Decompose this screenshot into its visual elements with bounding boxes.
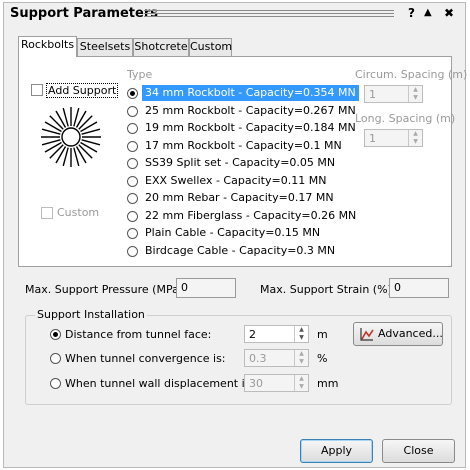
tab-shotcrete[interactable]: Shotcrete [133,38,189,56]
rockbolt-type-option[interactable]: 17 mm Rockbolt - Capacity=0.1 MN [120,138,347,154]
convergence-radio[interactable] [50,353,61,364]
rockbolt-type-option[interactable]: 25 mm Rockbolt - Capacity=0.267 MN [120,103,356,119]
rockbolts-tab-page: Add Support Custom Type 34 mm Rockbolt -… [18,56,467,267]
max-pressure-value: 0 [181,281,188,294]
distance-stepper[interactable]: 2 ▲ ▼ [244,325,309,343]
tab-rockbolts[interactable]: Rockbolts [18,36,77,57]
distance-value: 2 [249,328,256,341]
type-header: Type [127,68,153,81]
support-parameters-panel: Support Parameters ? ▲ ✖ Rockbolts Steel… [3,2,467,468]
long-spacing-stepper[interactable]: 1 ▲ ▼ [364,129,423,147]
custom-label: Custom [57,206,100,219]
displacement-unit: mm [317,377,339,390]
stepper-arrows[interactable]: ▲ ▼ [408,130,422,146]
circum-spacing-value: 1 [369,88,376,101]
convergence-value: 0.3 [249,352,267,365]
convergence-unit: % [317,352,328,365]
chevron-up-icon[interactable]: ▲ [295,326,308,334]
rockbolt-type-label: 25 mm Rockbolt - Capacity=0.267 MN [145,104,356,117]
chevron-down-icon[interactable]: ▼ [295,358,308,366]
rockbolt-type-option[interactable]: Plain Cable - Capacity=0.15 MN [120,225,347,241]
chart-graph-icon [360,328,374,341]
collapse-button[interactable]: ▲ [424,7,432,18]
rockbolt-type-label: Plain Cable - Capacity=0.15 MN [145,226,321,239]
rockbolt-type-option[interactable]: SS39 Split set - Capacity=0.05 MN [120,155,347,171]
radio-button[interactable] [127,228,138,239]
rockbolt-type-label: SS39 Split set - Capacity=0.05 MN [145,156,336,169]
radio-button[interactable] [127,211,138,222]
chevron-up-icon[interactable]: ▲ [295,375,308,383]
rockbolt-type-label: 20 mm Rebar - Capacity=0.17 MN [145,191,334,204]
help-button[interactable]: ? [408,6,415,20]
radio-button[interactable] [127,106,138,117]
rockbolt-type-label: 19 mm Rockbolt - Capacity=0.184 MN [145,121,356,134]
long-spacing-label: Long. Spacing (m) [355,112,456,125]
distance-unit: m [317,328,328,341]
chevron-down-icon[interactable]: ▼ [295,383,308,391]
tab-custom[interactable]: Custom [189,38,232,56]
convergence-stepper[interactable]: 0.3 ▲ ▼ [244,349,309,367]
max-strain-label: Max. Support Strain (%): [260,283,396,296]
distance-radio[interactable] [50,329,61,340]
displacement-radio[interactable] [50,378,61,389]
custom-checkbox[interactable] [41,207,53,219]
title-bar[interactable]: Support Parameters ? ▲ ✖ [4,3,465,25]
add-support-label[interactable]: Add Support [46,83,119,98]
support-installation-title: Support Installation [35,308,147,321]
chevron-up-icon[interactable]: ▲ [409,86,422,94]
convergence-label: When tunnel convergence is: [65,352,226,365]
radio-button[interactable] [127,176,138,187]
rockbolt-type-option[interactable]: Birdcage Cable - Capacity=0.3 MN [120,243,347,259]
rockbolt-pattern-icon [41,107,101,167]
chevron-down-icon[interactable]: ▼ [409,94,422,102]
stepper-arrows[interactable]: ▲ ▼ [294,326,308,342]
advanced-label: Advanced... [378,327,443,340]
rockbolt-type-label: 34 mm Rockbolt - Capacity=0.354 MN [142,85,359,101]
apply-button[interactable]: Apply [300,439,373,463]
stepper-arrows[interactable]: ▲ ▼ [294,350,308,366]
rockbolt-type-label: EXX Swellex - Capacity=0.11 MN [145,174,327,187]
chevron-up-icon[interactable]: ▲ [295,350,308,358]
chevron-up-icon[interactable]: ▲ [409,130,422,138]
displacement-value: 30 [249,377,263,390]
rockbolt-type-label: Birdcage Cable - Capacity=0.3 MN [145,244,336,257]
max-pressure-field[interactable]: 0 [176,278,236,298]
drag-grip[interactable] [144,10,394,17]
stepper-arrows[interactable]: ▲ ▼ [294,375,308,391]
window-title: Support Parameters [10,6,158,21]
circum-spacing-label: Circum. Spacing (m) [355,68,468,81]
radio-button[interactable] [127,141,138,152]
add-support-checkbox[interactable] [31,84,43,96]
radio-button[interactable] [127,88,138,99]
circum-spacing-stepper[interactable]: 1 ▲ ▼ [364,85,423,103]
rockbolt-type-list: 34 mm Rockbolt - Capacity=0.354 MN 25 mm… [120,85,359,263]
distance-label: Distance from tunnel face: [65,328,212,341]
chevron-down-icon[interactable]: ▼ [409,138,422,146]
max-strain-value: 0 [394,281,401,294]
close-button[interactable]: Close [382,439,455,463]
radio-button[interactable] [127,246,138,257]
max-strain-field[interactable]: 0 [389,278,449,298]
rockbolt-type-option[interactable]: 22 mm Fiberglass - Capacity=0.26 MN [120,208,356,224]
close-icon[interactable]: ✖ [444,6,454,20]
advanced-button[interactable]: Advanced... [353,322,443,346]
radio-button[interactable] [127,193,138,204]
tab-steelsets[interactable]: Steelsets [77,38,133,56]
radio-button[interactable] [127,158,138,169]
rockbolt-type-option[interactable]: EXX Swellex - Capacity=0.11 MN [120,173,347,189]
rockbolt-type-label: 22 mm Fiberglass - Capacity=0.26 MN [145,209,357,222]
rockbolt-type-option[interactable]: 34 mm Rockbolt - Capacity=0.354 MN [120,85,359,101]
rockbolt-type-option[interactable]: 19 mm Rockbolt - Capacity=0.184 MN [120,120,356,136]
displacement-stepper[interactable]: 30 ▲ ▼ [244,374,309,392]
rockbolt-type-option[interactable]: 20 mm Rebar - Capacity=0.17 MN [120,190,347,206]
radio-button[interactable] [127,123,138,134]
displacement-label: When tunnel wall displacement is: [65,377,255,390]
chevron-down-icon[interactable]: ▼ [295,334,308,342]
rockbolt-type-label: 17 mm Rockbolt - Capacity=0.1 MN [145,139,342,152]
max-pressure-label: Max. Support Pressure (MPa): [25,283,187,296]
long-spacing-value: 1 [369,132,376,145]
stepper-arrows[interactable]: ▲ ▼ [408,86,422,102]
